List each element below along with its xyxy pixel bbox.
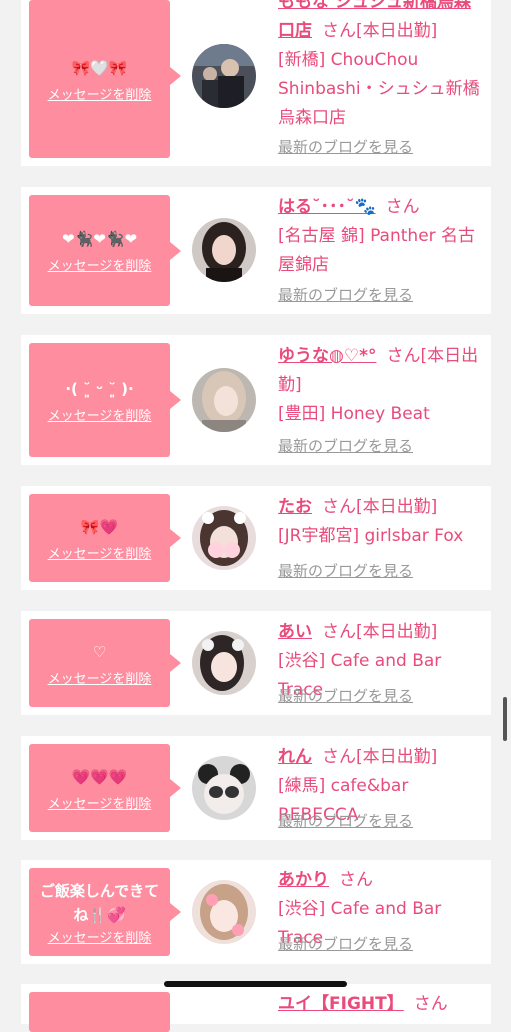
honorific: さん — [322, 622, 356, 642]
cast-name-link[interactable]: たお — [278, 497, 312, 517]
delete-message-button[interactable]: メッセージを削除 — [48, 793, 152, 812]
name-line: たお さん[本日出勤] — [278, 493, 483, 522]
message-card: ♡ メッセージを削除 あい さん[本日出勤] [渋谷] Cafe and Bar … — [21, 611, 491, 715]
bubble-arrow — [170, 654, 181, 672]
message-bubble — [29, 992, 170, 1032]
avatar[interactable] — [192, 631, 256, 695]
status-badge: [本日出勤] — [356, 747, 438, 767]
message-text: ·( ˘͈ ᵕ ˘͈ )· — [65, 379, 134, 398]
message-card: 💗💗💗 メッセージを削除 れん さん[本日出勤] [練馬] cafe&bar RE… — [21, 736, 491, 840]
avatar[interactable] — [192, 218, 256, 282]
name-line: ユイ【FIGHT】 さん — [278, 990, 483, 1019]
avatar-photo-icon — [192, 631, 256, 695]
cast-name-link[interactable]: れん — [278, 747, 312, 767]
shop-name: [新橋] ChouChou Shinbashi・シュシュ新橋烏森口店 — [278, 50, 480, 128]
avatar-photo-icon — [192, 880, 256, 944]
message-bubble: ❤︎🐈‍⬛❤︎🐈‍⬛❤︎ メッセージを削除 — [29, 195, 170, 306]
honorific: さん — [413, 994, 448, 1014]
latest-blog-link[interactable]: 最新のブログを見る — [278, 810, 413, 831]
bubble-arrow — [170, 391, 181, 409]
message-bubble: ご飯楽しんできてね🍴💞 メッセージを削除 — [29, 868, 170, 956]
message-bubble: ·( ˘͈ ᵕ ˘͈ )· メッセージを削除 — [29, 343, 170, 457]
honorific: さん — [339, 870, 373, 890]
delete-message-button[interactable]: メッセージを削除 — [48, 255, 152, 274]
avatar[interactable] — [192, 506, 256, 570]
message-card: 🎀🤍🎀 メッセージを削除 ももな シュシュ新橋烏森口店 さん[本日出勤] [新橋]… — [21, 0, 491, 166]
cast-name-link[interactable]: あい — [278, 622, 312, 642]
message-card: ❤︎🐈‍⬛❤︎🐈‍⬛❤︎ メッセージを削除 はる˘･･･˘🐾 さん [名古屋 錦]… — [21, 187, 491, 314]
message-text: ❤︎🐈‍⬛❤︎🐈‍⬛❤︎ — [61, 230, 138, 248]
message-card: ご飯楽しんできてね🍴💞 メッセージを削除 あかり さん [渋谷] Cafe and… — [21, 860, 491, 964]
honorific: さん — [322, 747, 356, 767]
bubble-arrow — [170, 242, 181, 260]
message-text: ご飯楽しんできてね🍴💞 — [39, 881, 160, 924]
message-bubble: 💗💗💗 メッセージを削除 — [29, 744, 170, 832]
delete-message-button[interactable]: メッセージを削除 — [48, 84, 152, 103]
cast-name-link[interactable]: あかり — [278, 870, 329, 890]
avatar[interactable] — [192, 756, 256, 820]
message-bubble: ♡ メッセージを削除 — [29, 619, 170, 707]
latest-blog-link[interactable]: 最新のブログを見る — [278, 933, 413, 954]
latest-blog-link[interactable]: 最新のブログを見る — [278, 685, 413, 706]
bubble-arrow — [170, 903, 181, 921]
delete-message-button[interactable]: メッセージを削除 — [48, 543, 152, 562]
status-badge: [本日出勤] — [356, 497, 438, 517]
name-line: あい さん[本日出勤] — [278, 618, 483, 647]
avatar-photo-icon — [192, 368, 256, 432]
status-badge: [本日出勤] — [356, 622, 438, 642]
avatar[interactable] — [192, 368, 256, 432]
message-card: ユイ【FIGHT】 さん — [21, 984, 491, 1032]
honorific: さん — [386, 346, 421, 366]
cast-name-link[interactable]: はる˘･･･˘🐾 — [278, 197, 376, 217]
shop-name: [JR宇都宮] girlsbar Fox — [278, 526, 464, 546]
status-badge: [本日出勤] — [356, 21, 438, 41]
card-info: ゆうな◍♡*° さん[本日出勤] [豊田] Honey Beat — [278, 342, 483, 429]
latest-blog-link[interactable]: 最新のブログを見る — [278, 136, 413, 157]
avatar-photo-icon — [192, 756, 256, 820]
message-bubble: 🎀🤍🎀 メッセージを削除 — [29, 0, 170, 158]
shop-name: [名古屋 錦] Panther 名古屋錦店 — [278, 226, 476, 275]
delete-message-button[interactable]: メッセージを削除 — [48, 927, 152, 946]
card-info: はる˘･･･˘🐾 さん [名古屋 錦] Panther 名古屋錦店 — [278, 193, 483, 280]
shop-name: [豊田] Honey Beat — [278, 404, 430, 424]
latest-blog-link[interactable]: 最新のブログを見る — [278, 284, 413, 305]
message-bubble: 🎀💗 メッセージを削除 — [29, 494, 170, 582]
honorific: さん — [322, 497, 356, 517]
name-line: あかり さん — [278, 866, 483, 895]
message-card: ·( ˘͈ ᵕ ˘͈ )· メッセージを削除 ゆうな◍♡*° さん[本日出勤] [… — [21, 335, 491, 465]
avatar-photo-icon — [192, 44, 256, 108]
avatar[interactable] — [192, 44, 256, 108]
scrollbar[interactable] — [503, 697, 507, 741]
name-line: れん さん[本日出勤] — [278, 743, 483, 772]
honorific: さん — [322, 21, 356, 41]
message-text: 🎀💗 — [80, 517, 119, 536]
latest-blog-link[interactable]: 最新のブログを見る — [278, 435, 413, 456]
honorific: さん — [385, 197, 420, 217]
card-info: たお さん[本日出勤] [JR宇都宮] girlsbar Fox — [278, 493, 483, 551]
avatar-photo-icon — [192, 218, 256, 282]
message-card: 🎀💗 メッセージを削除 たお さん[本日出勤] [JR宇都宮] girlsbar … — [21, 486, 491, 590]
cast-name-link[interactable]: ユイ【FIGHT】 — [278, 994, 404, 1014]
avatar-photo-icon — [192, 506, 256, 570]
home-indicator[interactable] — [164, 981, 347, 987]
bubble-arrow — [170, 67, 181, 85]
bubble-arrow — [170, 779, 181, 797]
delete-message-button[interactable]: メッセージを削除 — [48, 405, 152, 424]
card-info: ももな シュシュ新橋烏森口店 さん[本日出勤] [新橋] ChouChou Shi… — [278, 0, 483, 133]
message-text: 🎀🤍🎀 — [71, 58, 128, 77]
name-line: はる˘･･･˘🐾 さん — [278, 193, 483, 222]
delete-message-button[interactable]: メッセージを削除 — [48, 668, 152, 687]
name-line: ももな シュシュ新橋烏森口店 さん[本日出勤] — [278, 0, 483, 46]
avatar[interactable] — [192, 880, 256, 944]
card-info: ユイ【FIGHT】 さん — [278, 990, 483, 1019]
bubble-arrow — [170, 529, 181, 547]
cast-name-link[interactable]: ゆうな◍♡*° — [278, 346, 376, 366]
message-text: 💗💗💗 — [71, 767, 128, 786]
latest-blog-link[interactable]: 最新のブログを見る — [278, 560, 413, 581]
name-line: ゆうな◍♡*° さん[本日出勤] — [278, 342, 483, 400]
message-text: ♡ — [92, 642, 107, 661]
